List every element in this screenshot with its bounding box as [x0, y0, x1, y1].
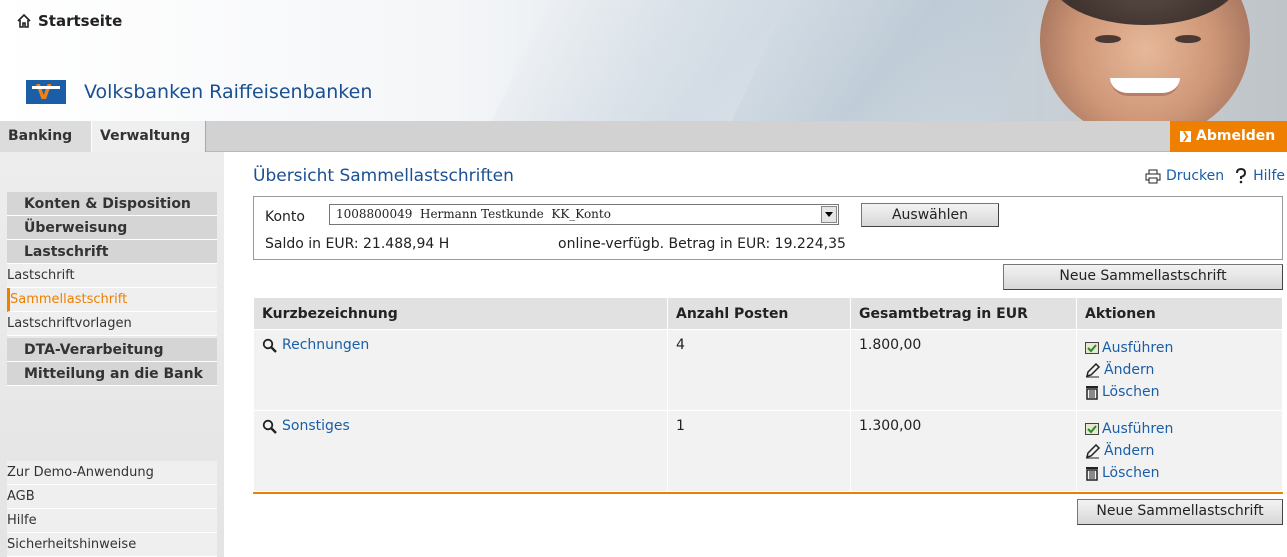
- home-label[interactable]: Startseite: [38, 12, 122, 30]
- cell-name: Rechnungen: [253, 329, 668, 411]
- cell-total: 1.300,00: [850, 410, 1077, 492]
- sidebar-footer-hilfe[interactable]: Hilfe: [7, 509, 217, 533]
- sidebar-subitem-lastschriftvorlagen[interactable]: Lastschriftvorlagen: [7, 312, 217, 336]
- available-amount-text: online-verfügb. Betrag in EUR: 19.224,35: [558, 236, 846, 252]
- edit-action[interactable]: Ändern: [1085, 440, 1274, 462]
- brand[interactable]: V Volksbanken Raiffeisenbanken: [26, 80, 372, 104]
- tab-verwaltung[interactable]: Verwaltung: [92, 121, 206, 152]
- cell-total: 1.800,00: [850, 329, 1077, 411]
- account-panel: Konto 1008800049 Hermann Testkunde KK_Ko…: [253, 196, 1283, 260]
- logout-button[interactable]: ❯ Abmelden: [1170, 121, 1287, 152]
- balance-text: Saldo in EUR: 21.488,94 H: [265, 236, 450, 252]
- sidebar-item-lastschrift[interactable]: Lastschrift: [7, 240, 217, 264]
- page-title: Übersicht Sammellastschriften: [253, 166, 514, 186]
- home-icon: [17, 13, 31, 28]
- new-collection-button-top[interactable]: Neue Sammellastschrift: [1003, 264, 1283, 290]
- help-icon: [1236, 168, 1247, 184]
- home-link[interactable]: Startseite: [16, 12, 122, 30]
- new-collection-button-bottom[interactable]: Neue Sammellastschrift: [1077, 499, 1283, 525]
- column-header-total: Gesamtbetrag in EUR: [850, 297, 1077, 330]
- column-header-name: Kurzbezeichnung: [253, 297, 668, 330]
- header: Startseite V Volksbanken Raiffeisenbanke…: [0, 0, 1287, 121]
- help-link[interactable]: Hilfe: [1234, 168, 1285, 184]
- table-row: Rechnungen 4 1.800,00 Ausführen Ändern L…: [253, 329, 1283, 411]
- cell-count: 4: [667, 329, 851, 411]
- cell-actions: Ausführen Ändern Löschen: [1076, 329, 1283, 411]
- execute-action[interactable]: Ausführen: [1085, 337, 1274, 359]
- pencil-icon: [1085, 362, 1101, 377]
- trash-icon: [1086, 386, 1098, 400]
- table-header-row: Kurzbezeichnung Anzahl Posten Gesamtbetr…: [253, 297, 1283, 330]
- print-link[interactable]: Drucken: [1145, 168, 1224, 184]
- chevron-down-icon[interactable]: [821, 206, 837, 223]
- account-select-value[interactable]: 1008800049 Hermann Testkunde KK_Konto: [336, 207, 611, 221]
- cell-actions: Ausführen Ändern Löschen: [1076, 410, 1283, 492]
- sidebar-item-mitteilung[interactable]: Mitteilung an die Bank: [7, 362, 217, 386]
- column-header-actions: Aktionen: [1076, 297, 1283, 330]
- row-link[interactable]: Sonstiges: [262, 418, 350, 434]
- execute-icon: [1085, 342, 1099, 354]
- sidebar-item-konten[interactable]: Konten & Disposition: [7, 192, 217, 216]
- header-photo: [990, 0, 1287, 121]
- column-header-count: Anzahl Posten: [667, 297, 851, 330]
- pencil-icon: [1085, 443, 1101, 458]
- account-label: Konto: [265, 209, 305, 225]
- table-row: Sonstiges 1 1.300,00 Ausführen Ändern Lö…: [253, 410, 1283, 492]
- toolbar: Drucken Hilfe: [1145, 168, 1285, 184]
- tab-banking[interactable]: Banking: [0, 121, 92, 152]
- sidebar-subitem-sammellastschrift[interactable]: Sammellastschrift: [7, 288, 217, 312]
- magnifier-icon: [262, 338, 277, 353]
- execute-action[interactable]: Ausführen: [1085, 418, 1274, 440]
- sidebar: Konten & Disposition Überweisung Lastsch…: [0, 152, 224, 557]
- arrow-right-icon: ❯: [1180, 130, 1191, 142]
- sidebar-footer-agb[interactable]: AGB: [7, 485, 217, 509]
- printer-icon: [1145, 169, 1161, 183]
- sidebar-subitem-lastschrift[interactable]: Lastschrift: [7, 264, 217, 288]
- brand-logo: V: [26, 80, 66, 104]
- cell-name: Sonstiges: [253, 410, 668, 492]
- sidebar-item-ueberweisung[interactable]: Überweisung: [7, 216, 217, 240]
- account-select[interactable]: 1008800049 Hermann Testkunde KK_Konto: [329, 204, 839, 225]
- row-link[interactable]: Rechnungen: [262, 337, 369, 353]
- sidebar-item-dta[interactable]: DTA-Verarbeitung: [7, 338, 217, 362]
- execute-icon: [1085, 423, 1099, 435]
- delete-action[interactable]: Löschen: [1085, 462, 1274, 484]
- magnifier-icon: [262, 419, 277, 434]
- select-account-button[interactable]: Auswählen: [861, 203, 999, 227]
- brand-name: Volksbanken Raiffeisenbanken: [84, 81, 373, 103]
- divider: [253, 492, 1283, 494]
- collections-table: Kurzbezeichnung Anzahl Posten Gesamtbetr…: [253, 297, 1283, 492]
- cell-count: 1: [667, 410, 851, 492]
- sidebar-footer-sicherheit[interactable]: Sicherheitshinweise: [7, 533, 217, 557]
- sidebar-footer-demo[interactable]: Zur Demo-Anwendung: [7, 461, 217, 485]
- trash-icon: [1086, 467, 1098, 481]
- navbar: Banking Verwaltung ❯ Abmelden: [0, 121, 1287, 152]
- delete-action[interactable]: Löschen: [1085, 381, 1274, 403]
- edit-action[interactable]: Ändern: [1085, 359, 1274, 381]
